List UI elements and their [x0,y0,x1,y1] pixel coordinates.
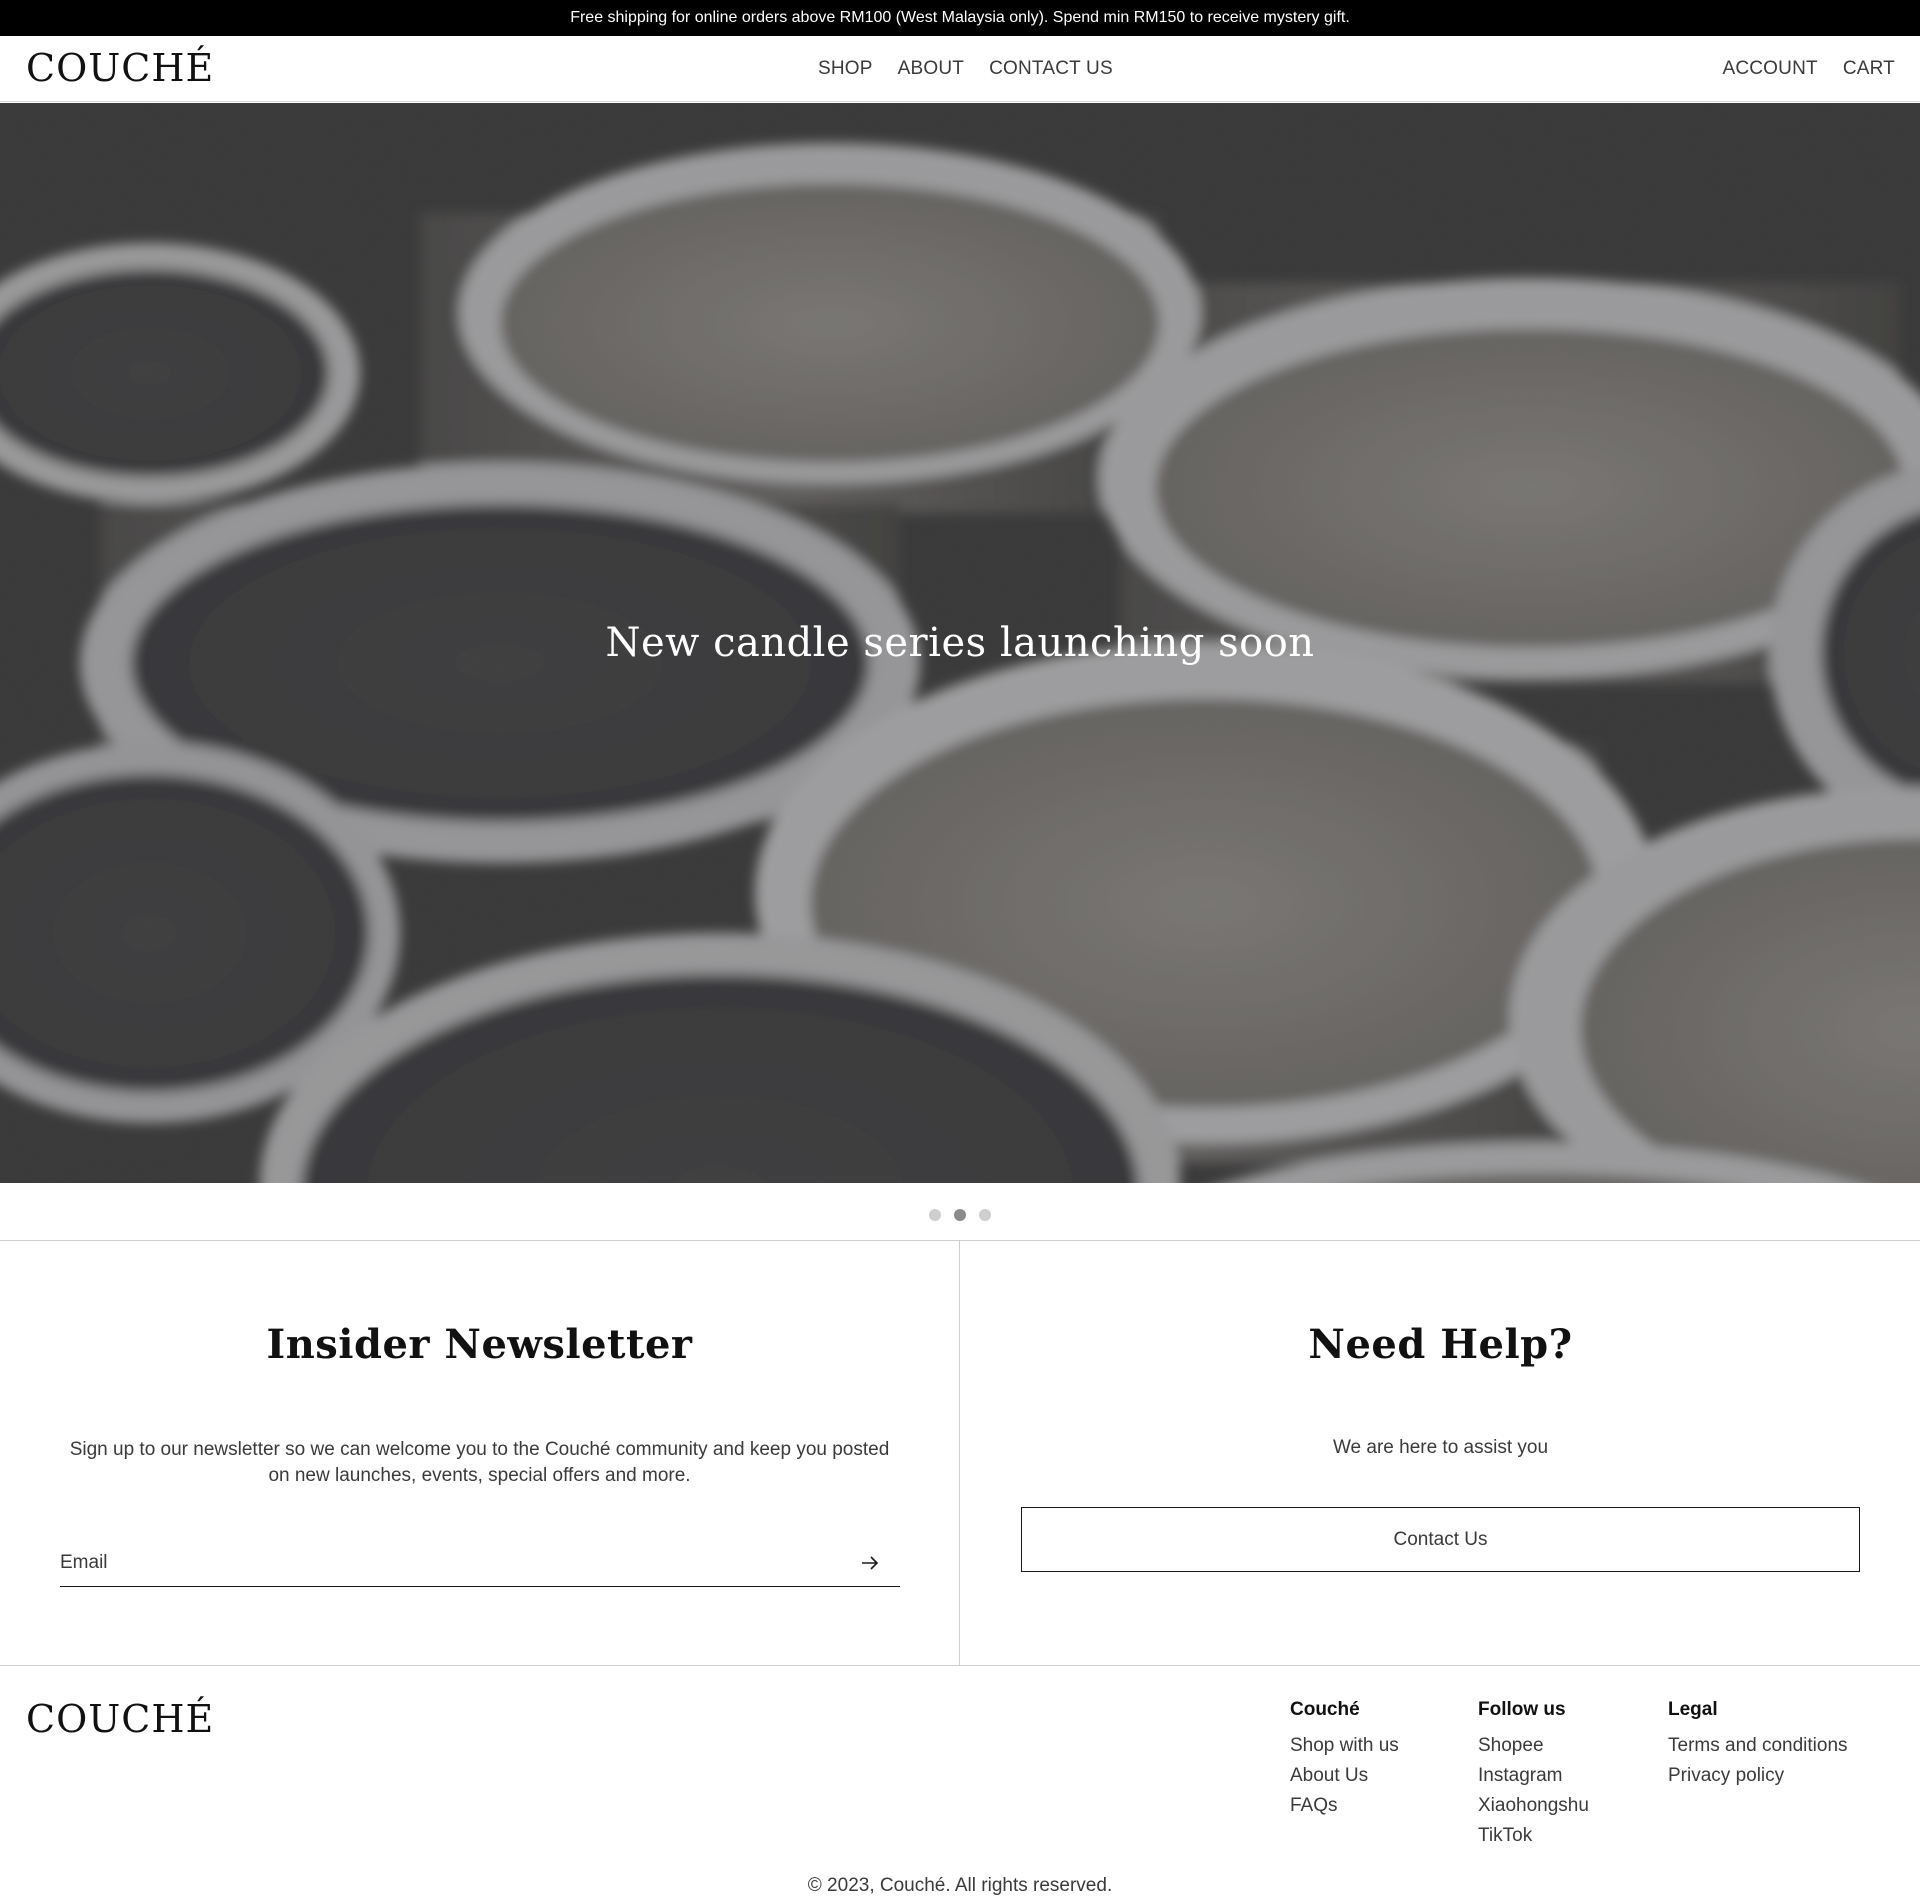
footer-link-faqs[interactable]: FAQs [1290,1791,1399,1821]
site-footer: COUCHÉ Couché Shop with us About Us FAQs… [0,1667,1920,1900]
email-field[interactable] [60,1541,840,1585]
newsletter-title: Insider Newsletter [266,1321,693,1368]
announcement-text: Free shipping for online orders above RM… [570,9,1350,26]
arrow-right-icon[interactable] [858,1551,882,1575]
footer-logo[interactable]: COUCHÉ [26,1697,214,1741]
footer-link-terms[interactable]: Terms and conditions [1668,1731,1848,1761]
footer-heading: Couché [1290,1699,1360,1720]
account-nav: ACCOUNT CART [1722,58,1895,80]
footer-link-shopee[interactable]: Shopee [1478,1731,1589,1761]
newsletter-form [60,1541,900,1587]
hero-title-text: New candle series launching soon [605,620,1315,666]
newsletter-help-section: Insider Newsletter Sign up to our newsle… [0,1240,1920,1666]
nav-about[interactable]: ABOUT [898,58,964,80]
help-title: Need Help? [1308,1321,1573,1368]
footer-link-about-us[interactable]: About Us [1290,1761,1399,1791]
help-description: We are here to assist you [1332,1437,1549,1458]
footer-link-privacy[interactable]: Privacy policy [1668,1761,1848,1791]
footer-column-follow-us: Follow us Shopee Instagram Xiaohongshu T… [1478,1699,1589,1851]
help-panel: Need Help? We are here to assist you Con… [961,1241,1920,1665]
slider-pagination [0,1200,1920,1230]
nav-shop[interactable]: SHOP [818,58,873,80]
newsletter-panel: Insider Newsletter Sign up to our newsle… [0,1241,960,1665]
newsletter-description: Sign up to our newsletter so we can welc… [69,1439,890,1486]
nav-contact-us[interactable]: CONTACT US [989,58,1113,80]
footer-heading: Follow us [1478,1699,1566,1720]
slider-dot-2[interactable] [954,1209,966,1221]
footer-column-legal: Legal Terms and conditions Privacy polic… [1668,1699,1848,1791]
site-header: COUCHÉ SHOP ABOUT CONTACT US ACCOUNT CAR… [0,36,1920,102]
announcement-bar: Free shipping for online orders above RM… [0,0,1920,36]
footer-column-couche: Couché Shop with us About Us FAQs [1290,1699,1399,1821]
footer-heading: Legal [1668,1699,1718,1720]
slider-dot-3[interactable] [979,1209,991,1221]
hero-title: New candle series launching soon [0,103,1920,1183]
hero-banner[interactable]: New candle series launching soon [0,103,1920,1183]
slider-dot-1[interactable] [929,1209,941,1221]
site-logo[interactable]: COUCHÉ [26,46,214,90]
footer-link-shop-with-us[interactable]: Shop with us [1290,1731,1399,1761]
footer-link-tiktok[interactable]: TikTok [1478,1821,1589,1851]
footer-link-instagram[interactable]: Instagram [1478,1761,1589,1791]
footer-link-xiaohongshu[interactable]: Xiaohongshu [1478,1791,1589,1821]
contact-us-button[interactable]: Contact Us [1021,1507,1860,1572]
main-nav: SHOP ABOUT CONTACT US [818,58,1113,80]
nav-cart[interactable]: CART [1843,58,1895,80]
copyright-text: © 2023, Couché. All rights reserved. [807,1875,1113,1896]
nav-account[interactable]: ACCOUNT [1722,58,1817,80]
